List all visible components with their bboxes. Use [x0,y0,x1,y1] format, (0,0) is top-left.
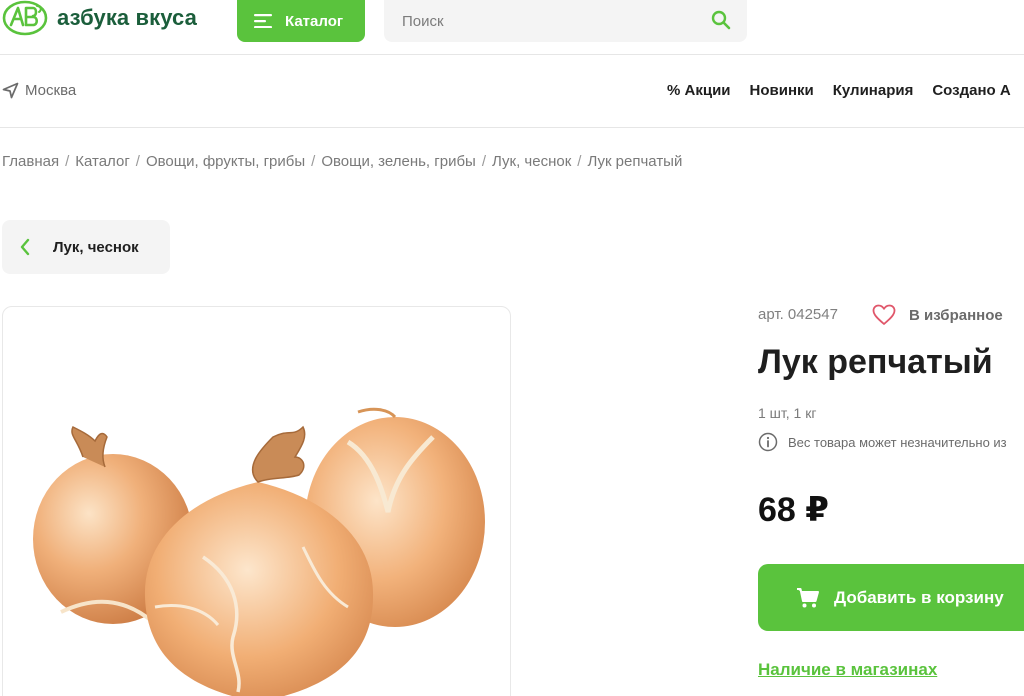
favorites-label: В избранное [909,306,1003,324]
search-input[interactable] [384,0,704,42]
site-header: азбука вкуса Каталог [0,0,1024,55]
product-pack: 1 шт, 1 кг [758,405,817,421]
breadcrumb-fruits-vegetables[interactable]: Овощи, фрукты, грибы [146,153,305,170]
breadcrumb-separator: / [311,153,316,170]
breadcrumb-catalog[interactable]: Каталог [75,153,130,170]
breadcrumb: Главная / Каталог / Овощи, фрукты, грибы… [2,153,682,170]
breadcrumb-separator: / [135,153,140,170]
nav-item-culinary[interactable]: Кулинария [833,82,914,99]
article-number: арт. 042547 [758,306,838,323]
breadcrumb-separator: / [577,153,582,170]
top-navigation: % Акции Новинки Кулинария Создано А [667,82,1011,99]
breadcrumb-home[interactable]: Главная [2,153,59,170]
product-price: 68 ₽ [758,491,829,529]
catalog-button[interactable]: Каталог [237,0,365,42]
location-arrow-icon [2,82,19,99]
onion-image [33,407,485,696]
weight-note: Вес товара может незначительно из [758,432,1007,452]
heart-icon [872,304,896,325]
product-image[interactable] [2,306,511,696]
breadcrumb-current: Лук репчатый [587,153,683,170]
search-bar [384,0,747,42]
menu-icon [254,14,272,28]
add-to-cart-button[interactable]: Добавить в корзину [758,564,1024,631]
breadcrumb-onion-garlic[interactable]: Лук, чеснок [492,153,571,170]
back-button-label: Лук, чеснок [53,238,139,256]
nav-item-created[interactable]: Создано А [932,82,1010,99]
brand-name: азбука вкуса [57,5,197,30]
sub-header: Москва % Акции Новинки Кулинария Создано… [0,56,1024,128]
cart-icon [797,587,819,607]
logo-mark-icon [2,0,48,36]
weight-note-text: Вес товара может незначительно из [788,434,1007,450]
nav-item-promotions[interactable]: % Акции [667,82,731,99]
info-icon[interactable] [758,432,778,452]
city-name: Москва [25,82,77,99]
add-to-cart-label: Добавить в корзину [834,587,1004,607]
add-to-favorites[interactable]: В избранное [872,304,1003,326]
search-icon[interactable] [711,10,731,30]
chevron-left-icon [20,238,30,256]
city-selector[interactable]: Москва [2,82,76,99]
brand-logo[interactable]: азбука вкуса [2,0,197,36]
product-title: Лук репчатый [758,343,993,381]
back-button[interactable]: Лук, чеснок [2,220,170,274]
catalog-button-label: Каталог [285,12,344,30]
store-availability-link[interactable]: Наличие в магазинах [758,660,937,680]
nav-item-new[interactable]: Новинки [750,82,814,99]
breadcrumb-separator: / [65,153,70,170]
breadcrumb-separator: / [481,153,486,170]
breadcrumb-vegetables[interactable]: Овощи, зелень, грибы [321,153,476,170]
